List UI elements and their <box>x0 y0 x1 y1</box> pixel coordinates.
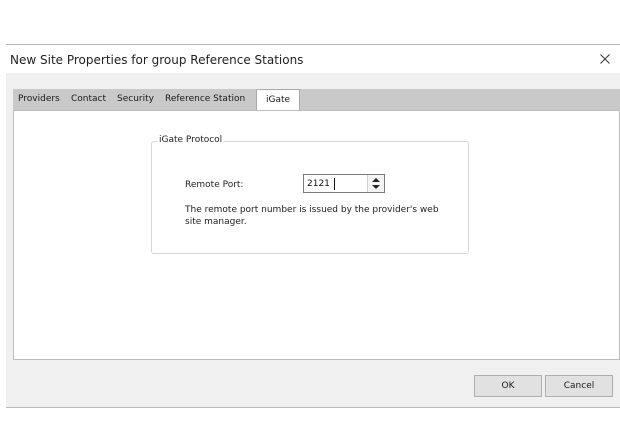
remote-port-label: Remote Port: <box>185 180 244 190</box>
site-properties-dialog: New Site Properties for group Reference … <box>6 45 620 408</box>
tab-igate[interactable]: iGate <box>256 89 300 111</box>
spin-up-icon[interactable] <box>372 178 380 182</box>
spin-buttons[interactable] <box>367 175 384 192</box>
remote-port-help-text: The remote port number is issued by the … <box>185 205 439 227</box>
tab-strip: Providers Contact Security Reference Sta… <box>13 89 620 111</box>
igate-protocol-group: iGate Protocol Remote Port: The remote p… <box>151 135 469 254</box>
tab-panel-igate: iGate Protocol Remote Port: The remote p… <box>13 110 620 360</box>
screen: New Site Properties for group Reference … <box>0 0 620 440</box>
tab-contact[interactable]: Contact <box>71 94 106 104</box>
text-caret <box>334 178 335 190</box>
group-legend: iGate Protocol <box>157 135 225 145</box>
title-bar: New Site Properties for group Reference … <box>6 45 620 73</box>
ok-button[interactable]: OK <box>474 375 542 397</box>
tab-providers[interactable]: Providers <box>18 94 60 104</box>
remote-port-stepper[interactable] <box>303 174 385 193</box>
close-icon <box>600 54 610 64</box>
close-button[interactable] <box>592 47 618 71</box>
cancel-button[interactable]: Cancel <box>545 375 613 397</box>
tab-security[interactable]: Security <box>117 94 154 104</box>
bottom-divider <box>6 407 620 408</box>
dialog-title: New Site Properties for group Reference … <box>10 53 304 67</box>
tab-reference-station[interactable]: Reference Station <box>165 94 245 104</box>
spin-down-icon[interactable] <box>372 185 380 189</box>
